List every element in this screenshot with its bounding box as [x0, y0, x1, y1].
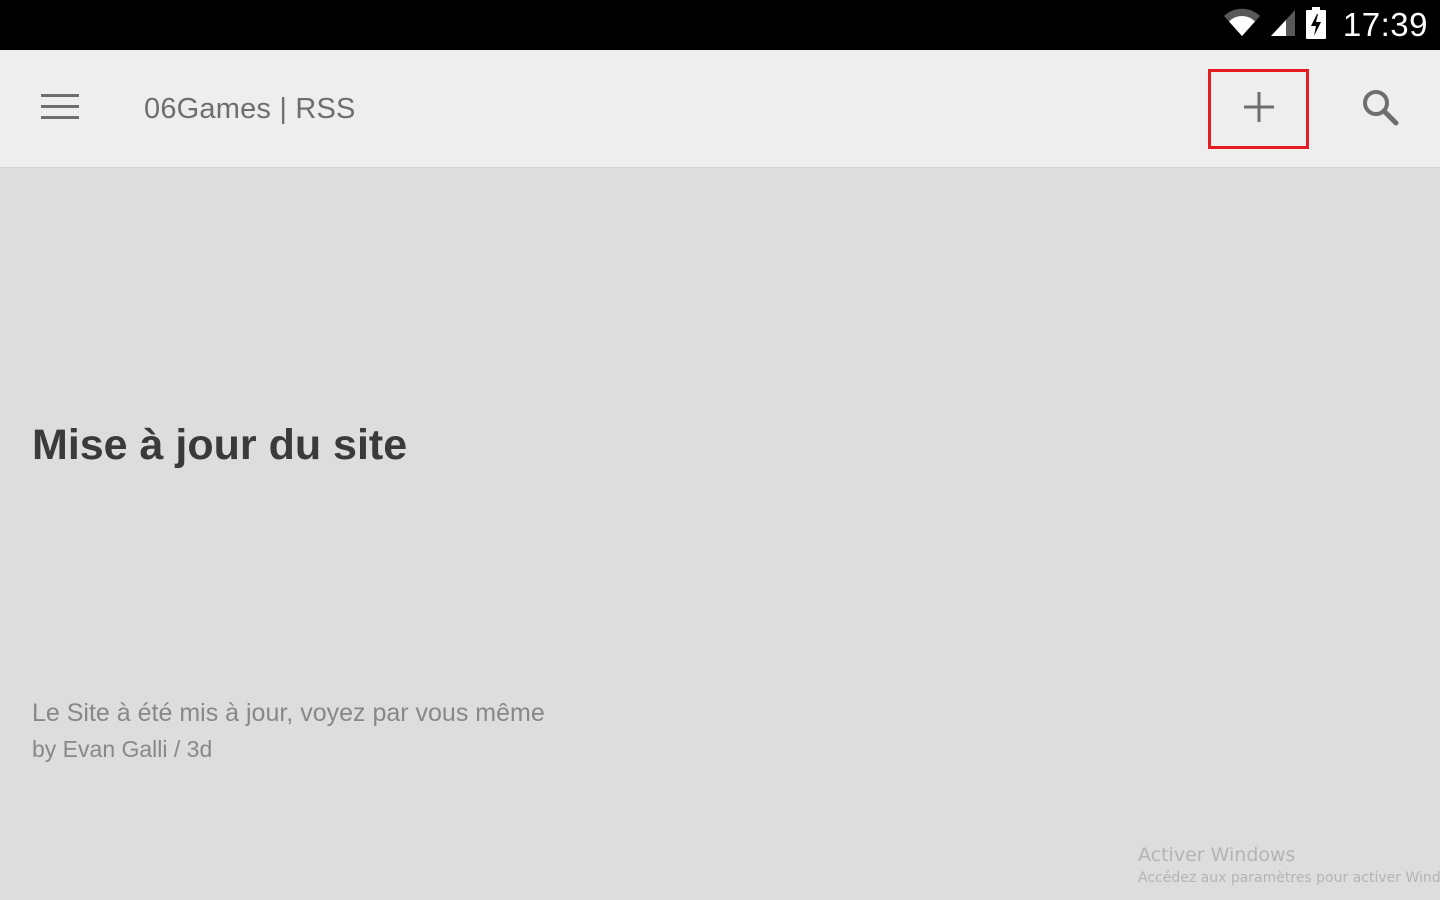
article-title: Mise à jour du site	[32, 421, 408, 469]
plus-icon	[1243, 91, 1275, 128]
app-title: 06Games | RSS	[144, 92, 356, 125]
feed-content: Mise à jour du site Le Site à été mis à …	[0, 169, 1440, 900]
status-icons: 17:39	[1223, 0, 1428, 50]
search-button[interactable]	[1340, 79, 1420, 139]
add-feed-button[interactable]	[1208, 69, 1309, 149]
watermark-subtitle: Accédez aux paramètres pour activer Wind…	[1138, 870, 1440, 886]
wifi-icon	[1223, 8, 1261, 43]
windows-activation-watermark: Activer Windows Accédez aux paramètres p…	[1138, 843, 1440, 889]
article-meta: by Evan Galli / 3d	[32, 736, 213, 762]
signal-icon	[1269, 8, 1297, 43]
article-summary: Le Site à été mis à jour, voyez par vous…	[32, 699, 545, 727]
search-icon	[1361, 88, 1399, 131]
status-time: 17:39	[1342, 6, 1428, 43]
hamburger-menu-icon	[41, 93, 79, 125]
watermark-title: Activer Windows	[1138, 844, 1296, 866]
app-bar: 06Games | RSS	[0, 50, 1440, 168]
article-card[interactable]: Mise à jour du site Le Site à été mis à …	[0, 169, 1440, 789]
status-bar: 17:39	[0, 0, 1440, 50]
battery-charging-icon	[1305, 6, 1327, 45]
menu-button[interactable]	[20, 79, 100, 139]
